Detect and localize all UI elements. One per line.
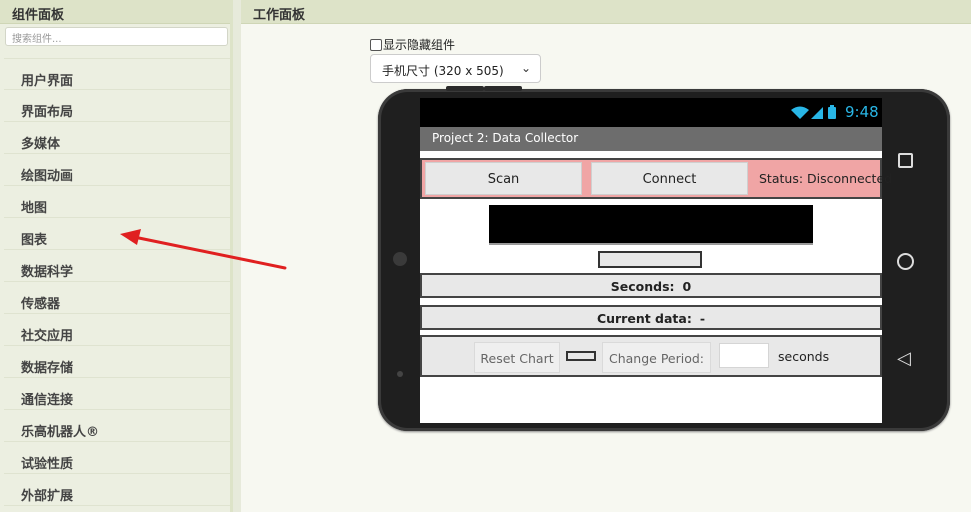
category-maps[interactable]: 地图: [4, 186, 230, 218]
home-icon: [897, 253, 914, 270]
workspace-title: 工作面板: [241, 0, 971, 24]
android-status-bar: 9:48: [420, 98, 882, 127]
phone-size-select[interactable]: 手机尺寸 (320 x 505) ⌄: [370, 54, 541, 83]
panel-splitter[interactable]: [233, 0, 241, 512]
back-icon: ◁: [897, 348, 911, 369]
phone-side-button: [446, 86, 484, 91]
phone-side-button: [484, 86, 522, 91]
category-lego-robots[interactable]: 乐高机器人®: [4, 410, 230, 442]
component-palette: 组件面板 搜索组件... 用户界面 界面布局 多媒体 绘图动画 地图 图表 数据…: [0, 0, 233, 512]
palette-title: 组件面板: [0, 0, 233, 24]
category-experimental[interactable]: 试验性质: [4, 442, 230, 474]
category-connectivity[interactable]: 通信连接: [4, 378, 230, 410]
connection-row: Scan Connect Status: Disconnected: [420, 158, 892, 199]
category-storage[interactable]: 数据存储: [4, 346, 230, 378]
period-input[interactable]: [719, 343, 769, 368]
signal-battery-icon: [790, 104, 840, 124]
app-title-bar: Project 2: Data Collector: [420, 127, 882, 151]
category-data-science[interactable]: 数据科学: [4, 250, 230, 282]
palette-category-list: 用户界面 界面布局 多媒体 绘图动画 地图 图表 数据科学 传感器 社交应用 数…: [4, 58, 230, 506]
seconds-row: Seconds: 0: [420, 273, 882, 298]
category-media[interactable]: 多媒体: [4, 122, 230, 154]
phone-speaker: [393, 252, 407, 266]
show-hidden-checkbox[interactable]: [370, 38, 382, 51]
current-data-label: Current data:: [596, 311, 692, 326]
component-search-input[interactable]: 搜索组件...: [5, 27, 228, 46]
scan-button[interactable]: Scan: [425, 162, 582, 195]
mini-indicator: [566, 351, 596, 361]
category-sensors[interactable]: 传感器: [4, 282, 230, 314]
category-layout[interactable]: 界面布局: [4, 90, 230, 122]
seconds-unit-label: seconds: [778, 349, 830, 364]
seconds-value: 0: [682, 279, 692, 294]
chart-controls-row: Reset Chart Change Period: seconds: [420, 335, 882, 377]
progress-box: [598, 251, 702, 268]
phone-screen: 9:48 Project 2: Data Collector Scan Conn…: [420, 98, 892, 423]
connection-status-label: Status: Disconnected: [759, 171, 893, 186]
chevron-down-icon: ⌄: [520, 61, 531, 75]
category-drawing-animation[interactable]: 绘图动画: [4, 154, 230, 186]
phone-size-value: 手机尺寸 (320 x 505): [382, 64, 504, 78]
status-clock: 9:48: [845, 103, 879, 121]
phone-camera: [397, 371, 403, 377]
category-user-interface[interactable]: 用户界面: [4, 58, 230, 90]
connect-button[interactable]: Connect: [591, 162, 748, 195]
current-data-value: -: [699, 311, 706, 326]
change-period-button[interactable]: Change Period:: [602, 342, 711, 373]
show-hidden-label: 显示隐藏组件: [383, 38, 456, 52]
current-data-row: Current data: -: [420, 305, 882, 330]
category-social[interactable]: 社交应用: [4, 314, 230, 346]
chart-canvas: [489, 205, 813, 245]
category-charts[interactable]: 图表: [4, 218, 230, 250]
show-hidden-toggle[interactable]: 显示隐藏组件: [370, 36, 455, 53]
category-extensions[interactable]: 外部扩展: [4, 474, 230, 506]
reset-chart-button[interactable]: Reset Chart: [474, 342, 560, 373]
seconds-label: Seconds:: [610, 279, 675, 294]
recent-apps-icon: [898, 153, 913, 168]
